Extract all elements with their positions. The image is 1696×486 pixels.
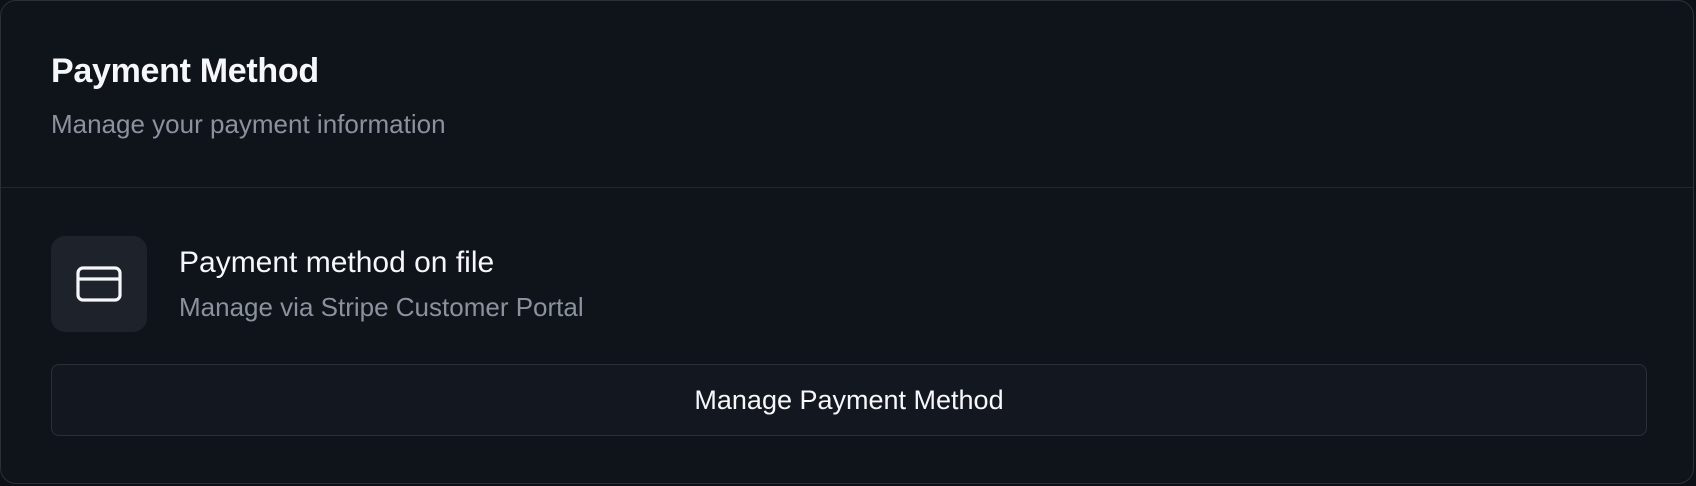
- card-header: Payment Method Manage your payment infor…: [1, 1, 1693, 188]
- payment-method-description: Manage via Stripe Customer Portal: [179, 292, 584, 322]
- card-subtitle: Manage your payment information: [51, 109, 446, 139]
- payment-method-text: Payment method on file Manage via Stripe…: [179, 244, 584, 324]
- manage-payment-method-button[interactable]: Manage Payment Method: [51, 364, 1647, 436]
- card-title: Payment Method: [51, 52, 319, 90]
- card-body: Payment method on file Manage via Stripe…: [1, 188, 1693, 436]
- payment-method-row: Payment method on file Manage via Stripe…: [51, 236, 1643, 332]
- payment-method-title: Payment method on file: [179, 246, 495, 279]
- credit-card-icon: [51, 236, 147, 332]
- payment-method-card: Payment Method Manage your payment infor…: [0, 0, 1694, 484]
